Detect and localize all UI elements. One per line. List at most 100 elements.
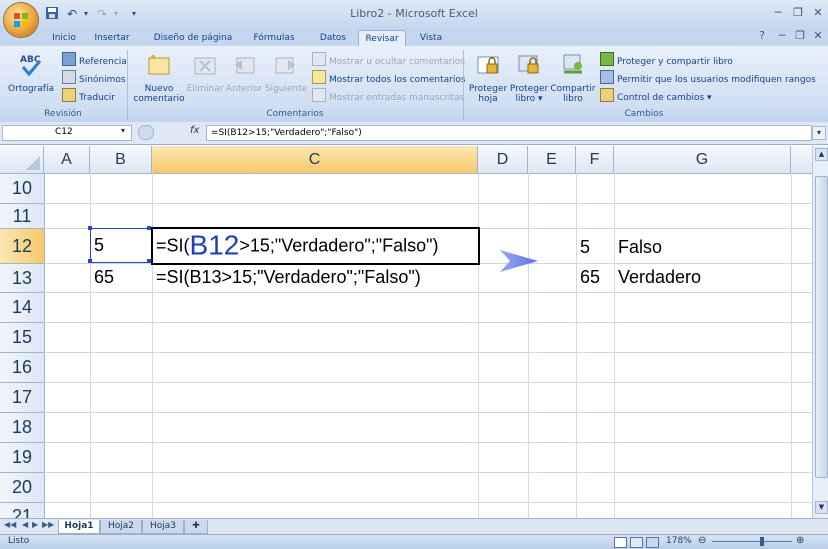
row-header-20[interactable]: 20 [0, 473, 45, 503]
restore-button[interactable]: ❐ [788, 6, 808, 20]
sheet-tab-hoja3[interactable]: Hoja3 [142, 520, 184, 534]
page-break-view-icon[interactable] [646, 537, 659, 548]
zoom-slider-thumb[interactable] [760, 537, 764, 546]
control-cambios-button[interactable]: Control de cambios ▾ [600, 88, 712, 103]
sheet-nav-last-icon[interactable]: ▶▶ [42, 520, 54, 529]
eliminar-button[interactable]: Eliminar [186, 52, 224, 94]
formula-input[interactable]: =SI(B12>15;"Verdadero";"Falso") [206, 125, 812, 141]
tab-revisar[interactable]: Revisar [358, 30, 406, 47]
undo-dropdown-icon[interactable]: ▾ [78, 6, 94, 22]
insert-sheet-icon[interactable]: ✚ [184, 520, 208, 534]
help-icon[interactable]: ? [752, 29, 772, 43]
row-header-21[interactable]: 21 [0, 503, 45, 518]
permitir-usuarios-modificar-rangos-button[interactable]: Permitir que los usuarios modifiquen ran… [600, 70, 816, 85]
formula-bar-expand-icon[interactable] [138, 125, 154, 140]
row-header-18[interactable]: 18 [0, 413, 45, 443]
siguiente-button[interactable]: Siguiente [264, 52, 308, 94]
column-header-e[interactable]: E [528, 146, 576, 174]
mostrar-entradas-manuscritas-button[interactable]: Mostrar entradas manuscritas [312, 88, 464, 103]
zoom-in-icon[interactable]: ⊕ [796, 535, 804, 546]
nuevo-comentario-button[interactable]: Nuevo comentario [132, 52, 186, 104]
cell-b12[interactable]: 5 [94, 235, 104, 256]
column-header-a[interactable]: A [44, 146, 90, 174]
sinonimos-button[interactable]: Sinónimos [62, 70, 126, 85]
scroll-thumb[interactable] [815, 176, 828, 478]
row-header-14[interactable]: 14 [0, 293, 45, 323]
column-header-g[interactable]: G [614, 146, 791, 174]
tab-diseno-pagina[interactable]: Diseño de página [150, 30, 236, 46]
row-header-11[interactable]: 11 [0, 204, 45, 229]
cell-c13[interactable]: =SI(B13>15;"Verdadero";"Falso") [156, 267, 421, 288]
office-button[interactable] [4, 3, 38, 37]
column-header-d[interactable]: D [478, 146, 528, 174]
tab-formulas[interactable]: Fórmulas [250, 30, 298, 46]
column-header-c[interactable]: C [152, 146, 478, 174]
zoom-level[interactable]: 178% [666, 536, 692, 546]
row-header-13[interactable]: 13 [0, 264, 45, 293]
cell-b13[interactable]: 65 [94, 267, 114, 288]
zoom-out-icon[interactable]: ⊖ [698, 535, 706, 546]
row-header-16[interactable]: 16 [0, 353, 45, 383]
ribbon: ABC Ortografía Referencia Sinónimos Trad… [0, 46, 828, 123]
row-header-10[interactable]: 10 [0, 174, 45, 204]
traducir-button[interactable]: Traducir [62, 88, 115, 103]
proteger-hoja-label-2: hoja [478, 94, 498, 104]
tab-insertar[interactable]: Insertar [90, 30, 134, 46]
tab-vista[interactable]: Vista [414, 30, 448, 46]
page-layout-view-icon[interactable] [630, 537, 643, 548]
zoom-slider[interactable] [712, 541, 792, 542]
workbook-minimize-button[interactable]: ─ [772, 29, 792, 43]
tab-inicio[interactable]: Inicio [46, 30, 82, 46]
close-button[interactable]: ✕ [808, 6, 828, 20]
name-box-dropdown-icon[interactable]: ▾ [121, 126, 125, 135]
ortografia-button[interactable]: ABC Ortografía [6, 52, 56, 94]
proteger-libro-button[interactable]: Proteger libro ▾ [508, 52, 550, 104]
anterior-button[interactable]: Anterior [224, 52, 264, 94]
name-box[interactable]: C12 ▾ [2, 125, 132, 141]
mostrar-ocultar-comentarios-button[interactable]: Mostrar u ocultar comentarios [312, 52, 465, 67]
row-header-15[interactable]: 15 [0, 323, 45, 353]
mostrar-todos-comentarios-button[interactable]: Mostrar todos los comentarios [312, 70, 466, 85]
tab-datos[interactable]: Datos [314, 30, 352, 46]
sheet-nav-next-icon[interactable]: ▶ [32, 520, 38, 529]
row-header-19[interactable]: 19 [0, 443, 45, 473]
normal-view-icon[interactable] [614, 537, 627, 548]
column-header-f[interactable]: F [576, 146, 614, 174]
gridline [44, 472, 812, 473]
sheet-tab-hoja2[interactable]: Hoja2 [100, 520, 142, 534]
gridline [152, 173, 153, 518]
proteger-hoja-button[interactable]: Proteger hoja [468, 52, 508, 104]
referencia-button[interactable]: Referencia [62, 52, 127, 67]
column-header-h[interactable] [791, 146, 812, 174]
fx-icon[interactable]: fx [190, 125, 199, 136]
cell-g12[interactable]: Falso [618, 237, 662, 258]
minimize-button[interactable]: ─ [768, 6, 788, 20]
group-cambios-label: Cambios [624, 109, 664, 119]
workbook-close-button[interactable]: ✕ [808, 29, 828, 43]
redo-dropdown-icon[interactable]: ▾ [108, 6, 124, 22]
ribbon-tabs: Inicio Insertar Diseño de página Fórmula… [0, 28, 828, 47]
save-icon[interactable] [44, 6, 60, 22]
sheet-tab-hoja1[interactable]: Hoja1 [58, 520, 100, 534]
customize-toolbar-icon[interactable]: ▾ [126, 6, 142, 22]
next-comment-icon [275, 57, 295, 74]
row-header-12[interactable]: 12 [0, 229, 45, 264]
proteger-compartir-libro-button[interactable]: Proteger y compartir libro [600, 52, 733, 67]
gridline [90, 173, 91, 518]
cell-f13[interactable]: 65 [580, 267, 600, 288]
cell-g13[interactable]: Verdadero [618, 267, 701, 288]
expand-formula-bar-icon[interactable]: ▾ [812, 126, 826, 140]
cell-c12[interactable]: =SI(B12>15;"Verdadero";"Falso") [156, 229, 439, 260]
sheet-nav-first-icon[interactable]: ◀◀ [4, 520, 16, 529]
column-header-b[interactable]: B [90, 146, 152, 174]
select-all-corner[interactable] [0, 146, 44, 174]
row-header-17[interactable]: 17 [0, 383, 45, 413]
compartir-libro-button[interactable]: Compartir libro [550, 52, 596, 104]
sheet-nav-prev-icon[interactable]: ◀ [22, 520, 28, 529]
scroll-down-icon[interactable]: ▼ [815, 501, 828, 514]
gridline [44, 352, 812, 353]
scroll-up-icon[interactable]: ▲ [815, 148, 828, 161]
workbook-restore-button[interactable]: ❐ [790, 29, 810, 43]
cell-f12[interactable]: 5 [580, 237, 590, 258]
vertical-scrollbar[interactable]: ▲ ▼ [812, 146, 828, 518]
